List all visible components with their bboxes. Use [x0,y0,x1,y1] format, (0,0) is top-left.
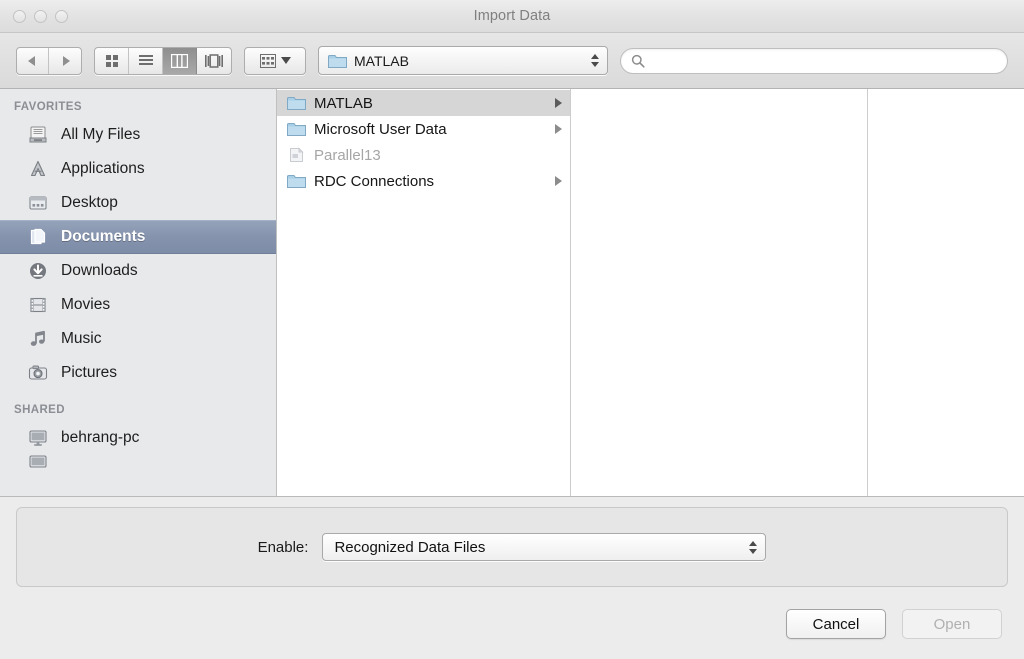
stepper-down-icon [749,548,758,554]
stepper-down-icon [591,62,599,67]
sidebar-item-desktop[interactable]: Desktop [0,186,276,220]
open-button[interactable]: Open [902,609,1002,639]
search-icon [631,54,645,68]
triangle-right-icon [62,55,70,66]
arrange-button[interactable] [244,46,306,75]
sidebar-item-movies[interactable]: Movies [0,288,276,322]
sidebar-header-shared: SHARED [14,404,65,416]
back-button[interactable] [17,47,49,74]
forward-button[interactable] [49,48,81,74]
file-row-rdc-connections[interactable]: RDC Connections [277,168,570,194]
sidebar-item-label: All My Files [61,126,141,143]
enable-popup-stepper [749,540,758,554]
window-title: Import Data [473,8,551,24]
documents-icon [26,226,50,248]
folder-icon [287,97,306,110]
enable-filter-group: Enable: Recognized Data Files [16,507,1008,587]
disclosure-triangle-icon [555,176,562,186]
pictures-icon [26,362,50,384]
sidebar-item-label: behrang-pc [61,429,140,446]
toolbar: MATLAB [0,33,1024,89]
coverflow-view-button[interactable] [197,48,231,74]
sidebar: FAVORITES All My Files Applications Desk… [0,89,277,496]
navigation-segmented-control [16,46,82,75]
column-view-button[interactable] [163,47,197,74]
sidebar-item-label: Music [61,330,102,347]
folder-icon [287,175,306,188]
file-name: Parallel13 [314,146,381,164]
file-row-microsoft-user-data[interactable]: Microsoft User Data [277,116,570,142]
list-icon [138,54,153,65]
column-browser: MATLAB Microsoft User Data Parallel13 RD… [277,89,1024,496]
file-row-matlab[interactable]: MATLAB [277,90,570,116]
file-name: Microsoft User Data [314,120,447,138]
icon-view-button[interactable] [95,47,129,74]
disclosure-triangle-icon [555,98,562,108]
movies-icon [26,294,50,316]
enable-popup-value: Recognized Data Files [334,538,486,556]
sidebar-header-favorites: FAVORITES [14,101,82,113]
chevron-down-icon [280,57,291,64]
columns-icon [171,53,188,68]
enable-label: Enable: [257,538,309,556]
sidebar-item-all-my-files[interactable]: All My Files [0,118,276,152]
dialog-footer: Cancel Open [0,597,1024,659]
sidebar-item-pictures[interactable]: Pictures [0,356,276,390]
desktop-icon [26,192,50,214]
folder-icon [328,54,347,68]
enable-popup-button[interactable]: Recognized Data Files [322,533,767,561]
search-input[interactable] [651,53,997,68]
sidebar-item-label: Documents [61,228,146,245]
file-row-parallel13[interactable]: Parallel13 [277,142,570,168]
file-column-1: MATLAB Microsoft User Data Parallel13 RD… [277,89,571,496]
sidebar-item-label: Pictures [61,364,117,381]
cancel-button[interactable]: Cancel [786,609,886,639]
sidebar-item-label: Desktop [61,194,118,211]
folder-icon [287,123,306,136]
all-my-files-icon [26,124,50,146]
dialog-body: FAVORITES All My Files Applications Desk… [0,89,1024,497]
triangle-left-icon [28,55,35,66]
file-column-3[interactable] [868,89,1024,496]
sidebar-item-partial[interactable] [0,455,276,468]
stepper-up-icon [749,540,758,546]
coverflow-icon [205,53,223,68]
sidebar-item-music[interactable]: Music [0,322,276,356]
computer-icon [26,427,50,449]
search-field[interactable] [620,47,1008,74]
path-popup-stepper[interactable] [591,54,599,67]
sidebar-item-label: Applications [61,160,145,177]
music-icon [26,328,50,350]
stepper-up-icon [591,54,599,59]
arrange-grid-icon [259,53,276,68]
file-name: MATLAB [314,94,373,112]
document-icon [290,147,304,162]
import-data-dialog: Import Data MATLAB FAVORITES All My File… [0,0,1024,659]
disclosure-triangle-icon [555,124,562,134]
sidebar-item-documents[interactable]: Documents [0,220,276,254]
downloads-icon [26,260,50,282]
file-name: RDC Connections [314,172,435,190]
path-popup-button[interactable]: MATLAB [318,46,608,75]
applications-icon [26,158,50,180]
sidebar-item-label: Movies [61,296,111,313]
computer-icon-partial [26,450,50,472]
title-bar: Import Data [0,0,1024,33]
file-column-2[interactable] [571,89,868,496]
path-popup-label: MATLAB [354,52,409,69]
grid-icon [105,54,118,67]
view-mode-segmented-control [94,46,232,75]
list-view-button[interactable] [129,47,163,74]
accessory-panel: Enable: Recognized Data Files [0,497,1024,597]
sidebar-item-downloads[interactable]: Downloads [0,254,276,288]
sidebar-item-label: Downloads [61,262,138,279]
sidebar-item-applications[interactable]: Applications [0,152,276,186]
